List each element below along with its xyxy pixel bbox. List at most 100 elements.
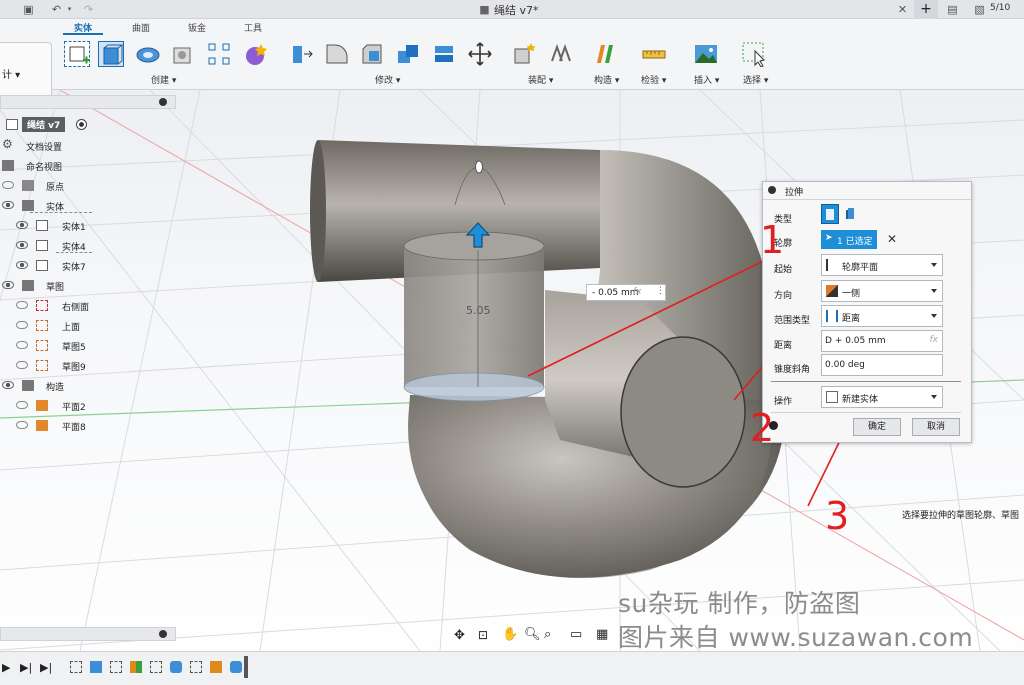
zoom-icon[interactable]: 🔍︎ bbox=[524, 627, 541, 642]
extent-type-dropdown[interactable]: 距离 bbox=[821, 305, 943, 327]
visibility-eye-icon[interactable] bbox=[2, 381, 14, 389]
clear-selection-icon[interactable]: ✕ bbox=[887, 232, 897, 246]
tree-item-construction[interactable]: 构造 bbox=[0, 377, 176, 395]
browser-root[interactable]: 绳结 v7 bbox=[0, 116, 100, 134]
select-icon[interactable] bbox=[741, 41, 767, 68]
undo-icon[interactable]: ↶ bbox=[50, 3, 63, 16]
step-forward-icon[interactable]: ▶| bbox=[20, 661, 32, 674]
fit-icon[interactable]: ⌕ bbox=[544, 627, 551, 642]
selected-profile[interactable] bbox=[403, 372, 545, 402]
group-inspect[interactable]: 检验 ▾ bbox=[641, 73, 666, 86]
undo-dropdown-icon[interactable]: ▾ bbox=[63, 3, 76, 16]
sketch-feature-icon[interactable] bbox=[70, 661, 82, 673]
start-dropdown[interactable]: 轮廓平面 bbox=[821, 254, 943, 276]
grid-settings-icon[interactable]: ▦ bbox=[596, 627, 608, 642]
joint-icon[interactable] bbox=[547, 41, 573, 67]
timeline-marker-icon[interactable] bbox=[244, 656, 248, 678]
visibility-eye-icon[interactable] bbox=[16, 401, 28, 409]
chamfer-icon[interactable] bbox=[359, 41, 385, 67]
sketch-feature-icon[interactable] bbox=[110, 661, 122, 673]
sketch-feature-icon[interactable] bbox=[150, 661, 162, 673]
tab-tools[interactable]: 工具 bbox=[244, 21, 262, 34]
new-tab-button[interactable]: + bbox=[914, 0, 938, 19]
comments-header[interactable] bbox=[0, 627, 176, 641]
hole-icon[interactable] bbox=[170, 41, 196, 67]
fillet-icon[interactable] bbox=[323, 41, 349, 67]
display-settings-icon[interactable]: ▭ bbox=[570, 627, 582, 642]
more-icon[interactable]: ⋮ bbox=[656, 286, 665, 296]
create-form-icon[interactable] bbox=[242, 41, 268, 67]
browser-header[interactable] bbox=[0, 95, 176, 109]
pattern-icon[interactable] bbox=[206, 41, 232, 67]
pan-icon[interactable]: ✋ bbox=[502, 627, 518, 642]
group-create[interactable]: 创建 ▾ bbox=[151, 73, 176, 86]
tab-surface[interactable]: 曲面 bbox=[132, 21, 150, 34]
group-modify[interactable]: 修改 ▾ bbox=[375, 73, 400, 86]
sketch-feature-icon[interactable] bbox=[190, 661, 202, 673]
job-status-icon[interactable]: ▧ bbox=[973, 3, 986, 16]
visibility-eye-icon[interactable] bbox=[2, 181, 14, 189]
type-thin-button[interactable] bbox=[843, 204, 861, 224]
tree-item-body1[interactable]: 实体1 bbox=[0, 217, 176, 235]
tree-item-sketches[interactable]: 草图 bbox=[0, 277, 176, 295]
sweep-feature-icon[interactable] bbox=[170, 661, 182, 673]
tab-sheetmetal[interactable]: 钣金 bbox=[188, 21, 206, 34]
group-select[interactable]: 选择 ▾ bbox=[743, 73, 768, 86]
visibility-eye-icon[interactable] bbox=[16, 301, 28, 309]
visibility-eye-icon[interactable] bbox=[16, 341, 28, 349]
tree-item-body7[interactable]: 实体7 bbox=[0, 257, 176, 275]
revolve-icon[interactable] bbox=[135, 41, 161, 67]
comment-icon[interactable]: ▤ bbox=[946, 3, 959, 16]
browser-collapse-icon[interactable] bbox=[159, 98, 167, 106]
dialog-header[interactable]: 拉伸 bbox=[763, 182, 971, 200]
tree-item-origin[interactable]: 原点 bbox=[0, 177, 176, 195]
workspace-switcher[interactable]: 计 ▾ bbox=[0, 42, 52, 99]
visibility-eye-icon[interactable] bbox=[16, 221, 28, 229]
create-sketch-icon[interactable] bbox=[64, 41, 90, 67]
tree-item-right-face[interactable]: 右侧面 bbox=[0, 297, 176, 315]
offset-plane-icon[interactable] bbox=[594, 41, 620, 67]
tree-item-doc-settings[interactable]: ⚙ 文档设置 bbox=[0, 137, 176, 155]
group-assemble[interactable]: 装配 ▾ bbox=[528, 73, 553, 86]
profile-select-button[interactable]: ➤ 1 已选定 bbox=[821, 230, 877, 249]
sweep-feature-icon[interactable] bbox=[230, 661, 242, 673]
pipe-end-face[interactable] bbox=[620, 336, 746, 488]
visibility-eye-icon[interactable] bbox=[16, 361, 28, 369]
visibility-eye-icon[interactable] bbox=[16, 241, 28, 249]
rotate-handle[interactable] bbox=[475, 160, 483, 174]
visibility-eye-icon[interactable] bbox=[2, 201, 14, 209]
tree-item-plane2[interactable]: 平面2 bbox=[0, 397, 176, 415]
play-icon[interactable]: ▶ bbox=[2, 661, 10, 674]
press-pull-icon[interactable] bbox=[288, 41, 314, 67]
collapse-dialog-icon[interactable] bbox=[768, 186, 776, 194]
visibility-eye-icon[interactable] bbox=[2, 281, 14, 289]
group-insert[interactable]: 插入 ▾ bbox=[694, 73, 719, 86]
extrude-arrow-icon[interactable] bbox=[465, 222, 491, 248]
direction-dropdown[interactable]: 一侧 bbox=[821, 280, 943, 302]
tree-item-named-views[interactable]: 命名视图 bbox=[0, 157, 176, 175]
measure-icon[interactable] bbox=[641, 41, 667, 67]
group-construct[interactable]: 构造 ▾ bbox=[594, 73, 619, 86]
split-body-icon[interactable] bbox=[431, 41, 457, 67]
save-icon[interactable]: ▣ bbox=[22, 3, 35, 16]
orbit-icon[interactable]: ✥ bbox=[454, 628, 465, 643]
ok-button[interactable]: 确定 bbox=[853, 418, 901, 436]
move-icon[interactable] bbox=[467, 41, 493, 67]
operation-dropdown[interactable]: 新建实体 bbox=[821, 386, 943, 408]
combine-icon[interactable] bbox=[395, 41, 421, 67]
look-at-icon[interactable]: ⊡ bbox=[478, 628, 488, 642]
comments-collapse-icon[interactable] bbox=[159, 630, 167, 638]
plane-feature-icon[interactable] bbox=[210, 661, 222, 673]
distance-input[interactable]: D + 0.05 mm fx bbox=[821, 330, 943, 352]
tree-item-sketch9[interactable]: 草图9 bbox=[0, 357, 176, 375]
type-solid-button[interactable] bbox=[821, 204, 839, 224]
visibility-eye-icon[interactable] bbox=[16, 421, 28, 429]
tree-item-sketch5[interactable]: 草图5 bbox=[0, 337, 176, 355]
extrude-tool-icon[interactable] bbox=[98, 41, 124, 67]
plane-feature-icon[interactable] bbox=[130, 661, 142, 673]
viewport-distance-input[interactable]: - 0.05 mm fx ⋮ bbox=[586, 284, 666, 301]
extrude-feature-icon[interactable] bbox=[90, 661, 102, 673]
go-to-end-icon[interactable]: ▶| bbox=[40, 661, 52, 674]
activate-radio-icon[interactable] bbox=[76, 119, 87, 130]
new-component-icon[interactable] bbox=[511, 41, 537, 67]
